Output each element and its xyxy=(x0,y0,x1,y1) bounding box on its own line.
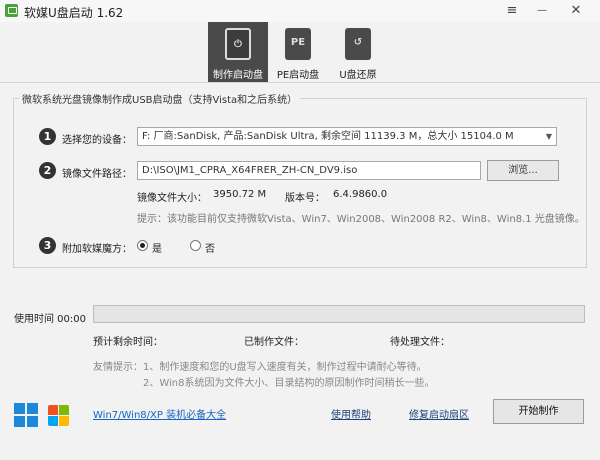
tab-make-bootdisk[interactable]: ⏻ 制作启动盘 xyxy=(208,22,268,82)
image-path-field[interactable]: D:\ISO\JM1_CPRA_X64FRER_ZH-CN_DV9.iso xyxy=(137,161,481,180)
minimize-button[interactable]: — xyxy=(528,0,556,22)
tab-usb-restore[interactable]: ↺ U盘还原 xyxy=(328,22,388,82)
tab-pe-bootdisk[interactable]: PE PE启动盘 xyxy=(268,22,328,82)
made-files-label: 已制作文件： xyxy=(244,337,304,348)
window-title: 软媒U盘启动 1.62 xyxy=(24,6,124,20)
step-3-badge: 3 xyxy=(39,237,56,254)
help-link[interactable]: 使用帮助 xyxy=(331,406,371,421)
close-button[interactable]: ✕ xyxy=(562,0,590,22)
device-value: F: 厂商:SanDisk, 产品:SanDisk Ultra, 剩余空间 11… xyxy=(142,131,514,142)
menu-icon[interactable]: ≡ xyxy=(498,0,526,22)
install-essentials-link[interactable]: Win7/Win8/XP 装机必备大全 xyxy=(93,406,226,421)
addon-yes-radio[interactable] xyxy=(137,240,148,251)
usb-power-icon: ⏻ xyxy=(225,28,251,60)
usb-pe-icon: PE xyxy=(285,28,311,60)
step-2-badge: 2 xyxy=(39,162,56,179)
title-bar: 软媒U盘启动 1.62 ≡ — ✕ xyxy=(0,0,600,22)
elapsed-time: 使用时间 00:00 xyxy=(14,314,86,325)
version-label: 版本号： xyxy=(285,193,325,204)
chevron-down-icon: ▼ xyxy=(545,132,552,141)
image-path-label: 镜像文件路径： xyxy=(62,169,132,180)
windows8-logo-icon xyxy=(14,403,39,428)
start-button[interactable]: 开始制作 xyxy=(493,399,584,424)
version-value: 6.4.9860.0 xyxy=(333,189,388,200)
group-title: 微软系统光盘镜像制作成USB启动盘（支持Vista和之后系统） xyxy=(19,91,301,106)
repair-boot-sector-link[interactable]: 修复启动扇区 xyxy=(409,406,469,421)
browse-button[interactable]: 浏览... xyxy=(487,160,559,181)
support-tip: 提示：该功能目前仅支持微软Vista、Win7、Win2008、Win2008 … xyxy=(137,214,585,225)
addon-yes-label: 是 xyxy=(152,244,162,255)
remaining-time-label: 预计剩余时间： xyxy=(93,337,163,348)
app-logo-icon xyxy=(5,4,18,17)
hint-line-1: 友情提示：1、制作速度和您的U盘写入速度有关，制作过程中请耐心等待。 xyxy=(93,362,427,373)
windows7-logo-icon xyxy=(46,403,71,428)
tab-bar: ⏻ 制作启动盘 PE PE启动盘 ↺ U盘还原 xyxy=(0,22,600,82)
divider xyxy=(0,82,600,83)
usb-restore-icon: ↺ xyxy=(345,28,371,60)
addon-no-label: 否 xyxy=(205,244,215,255)
tab-label: PE启动盘 xyxy=(276,70,320,81)
step-1-badge: 1 xyxy=(39,128,56,145)
addon-no-radio[interactable] xyxy=(190,240,201,251)
tab-label: U盘还原 xyxy=(339,70,377,81)
progress-bar xyxy=(93,305,585,323)
device-select[interactable]: F: 厂商:SanDisk, 产品:SanDisk Ultra, 剩余空间 11… xyxy=(137,127,557,146)
tab-label: 制作启动盘 xyxy=(213,70,263,81)
hint-line-2: 2、Win8系统因为文件大小、目录结构的原因制作时间稍长一些。 xyxy=(143,378,435,389)
image-size-label: 镜像文件大小： xyxy=(137,193,207,204)
addon-label: 附加软媒魔方： xyxy=(62,244,132,255)
device-label: 选择您的设备： xyxy=(62,135,132,146)
image-size-value: 3950.72 M xyxy=(213,189,267,200)
pending-files-label: 待处理文件： xyxy=(390,337,450,348)
